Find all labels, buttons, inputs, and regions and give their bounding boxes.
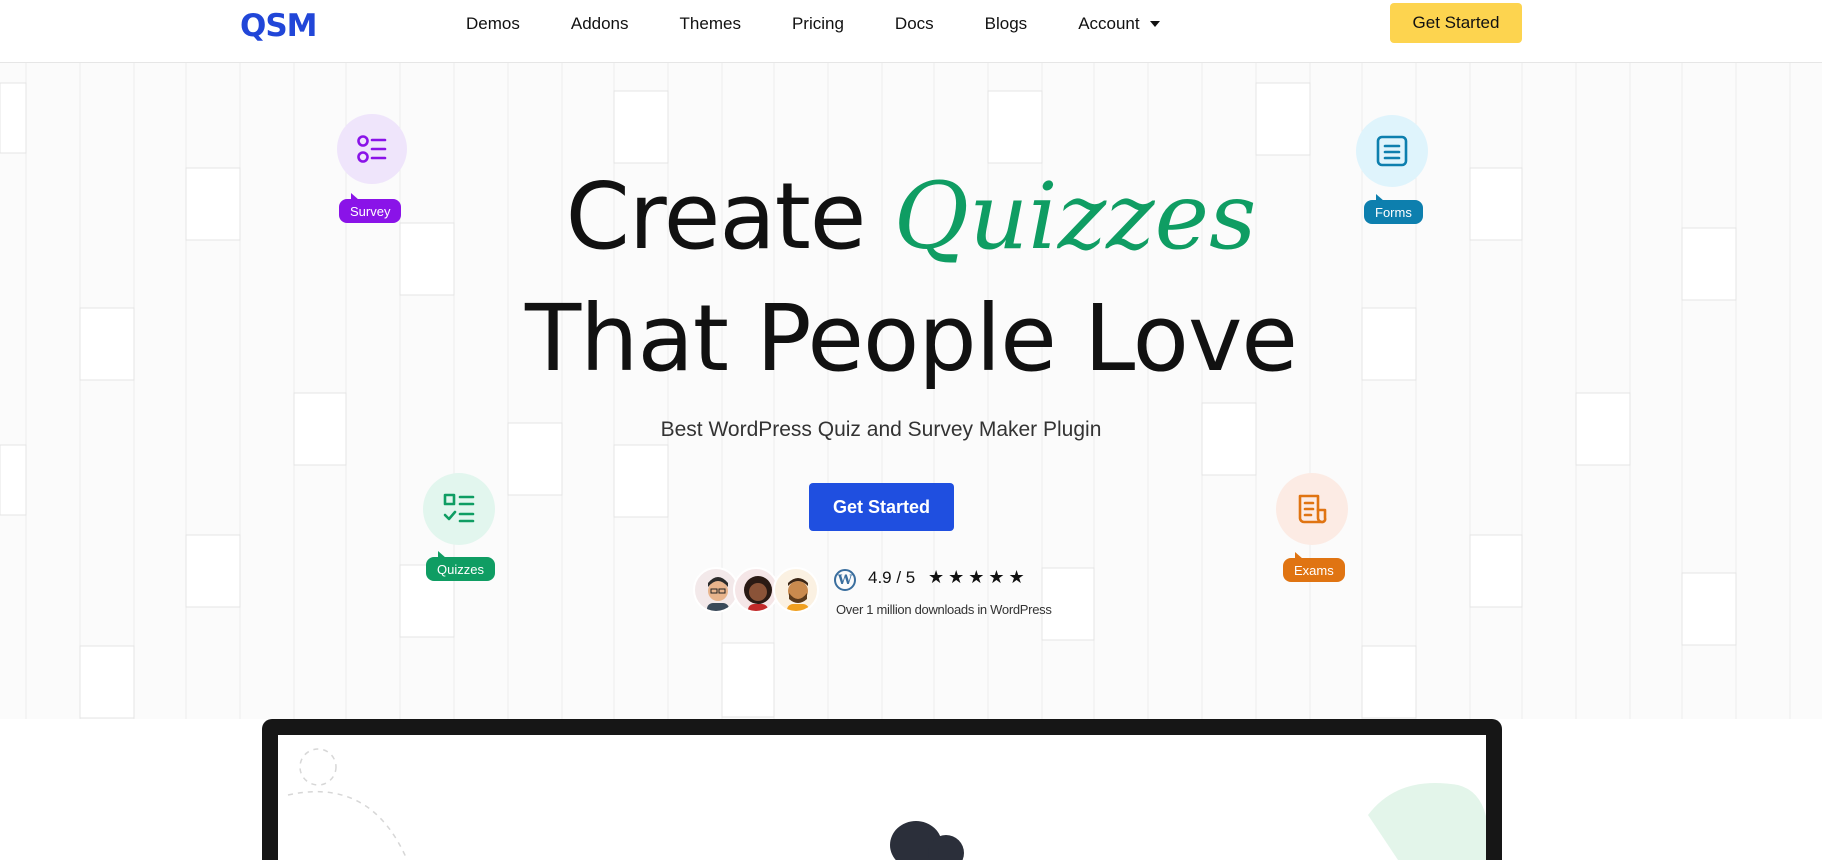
hero-headline-line1: Create Quizzes <box>0 163 1822 270</box>
hero-headline-line2: That People Love <box>524 285 1298 392</box>
exam-paper-icon <box>1298 494 1327 524</box>
headline-create: Create <box>565 163 894 270</box>
headline-accent-quizzes: Quizzes <box>893 163 1257 270</box>
nav-link-docs[interactable]: Docs <box>895 14 934 34</box>
exams-tag: Exams <box>1283 552 1345 582</box>
quizzes-tag: Quizzes <box>426 551 495 581</box>
nav-link-blogs[interactable]: Blogs <box>985 14 1028 34</box>
user-avatars <box>693 567 819 615</box>
qsm-logo[interactable]: QSM <box>240 8 318 44</box>
quizzes-tag-label: Quizzes <box>437 561 484 577</box>
rating-score: 4.9 / 5 <box>868 568 916 587</box>
nav-link-themes[interactable]: Themes <box>680 14 741 34</box>
downloads-text: Over 1 million downloads in WordPress <box>836 602 1052 617</box>
hero-get-started-button[interactable]: Get Started <box>809 483 954 531</box>
rating-stars: ★★★★★ <box>928 567 1029 587</box>
device-screen <box>278 735 1486 860</box>
top-navbar: QSM Demos Addons Themes Pricing Docs Blo… <box>0 0 1822 63</box>
avatar <box>773 567 819 613</box>
nav-link-demos[interactable]: Demos <box>466 14 520 34</box>
nav-account-label: Account <box>1078 14 1140 33</box>
wordpress-icon: W <box>834 569 856 591</box>
screen-illustration <box>287 748 1486 860</box>
nav-link-addons[interactable]: Addons <box>571 14 629 34</box>
exams-tag-label: Exams <box>1294 562 1334 578</box>
quizzes-bubble <box>423 473 495 545</box>
nav-link-account[interactable]: Account <box>1078 14 1160 34</box>
hero-subtitle: Best WordPress Quiz and Survey Maker Plu… <box>660 418 1102 441</box>
caret-down-icon <box>1149 21 1160 27</box>
exams-bubble <box>1276 473 1348 545</box>
nav-links: Demos Addons Themes Pricing Docs Blogs A… <box>466 0 1160 48</box>
survey-list-icon <box>357 135 387 163</box>
quiz-checklist-icon <box>443 493 475 523</box>
nav-link-pricing[interactable]: Pricing <box>792 14 844 34</box>
hero-section: Survey Forms Quizzes Exams Create Quizze… <box>0 63 1822 719</box>
nav-get-started-button[interactable]: Get Started <box>1390 3 1522 43</box>
